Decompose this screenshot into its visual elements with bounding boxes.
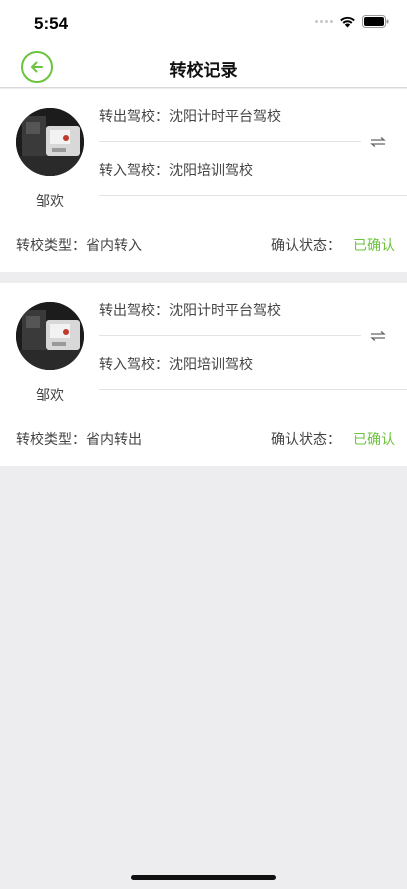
transfer-in-row: 转入驾校：沈阳培训驾校: [99, 354, 253, 374]
transfer-out-label: 转出驾校：: [99, 303, 169, 319]
transfer-out-label: 转出驾校：: [99, 109, 169, 125]
row-divider: [99, 141, 361, 142]
row-divider: [99, 195, 407, 196]
home-indicator[interactable]: [131, 875, 276, 880]
transfer-type-label: 转校类型：: [16, 432, 86, 448]
student-name: 邹欢: [36, 194, 64, 210]
status-time: 5:54: [34, 14, 69, 33]
transfer-out-school: 沈阳计时平台驾校: [169, 109, 281, 125]
transfer-out-row: 转出驾校：沈阳计时平台驾校: [99, 300, 281, 320]
transfer-record-card[interactable]: 邹欢 转出驾校：沈阳计时平台驾校 转入驾校：沈阳培训驾校 转校类型：省内转出 确…: [0, 283, 407, 466]
confirm-status-label: 确认状态：: [271, 238, 341, 254]
transfer-type: 转校类型：省内转入: [16, 235, 142, 255]
transfer-type: 转校类型：省内转出: [16, 429, 142, 449]
transfer-type-label: 转校类型：: [16, 238, 86, 254]
cellular-signal-icon: [315, 20, 333, 23]
transfer-type-value: 省内转出: [86, 432, 142, 448]
navigation-bar: 转校记录: [0, 46, 407, 88]
transfer-in-school: 沈阳培训驾校: [169, 357, 253, 373]
transfer-type-value: 省内转入: [86, 238, 142, 254]
transfer-in-label: 转入驾校：: [99, 163, 169, 179]
status-icons: [315, 15, 389, 28]
confirm-status-value: 已确认: [353, 432, 395, 448]
battery-icon: [362, 15, 389, 28]
student-name: 邹欢: [36, 388, 64, 404]
status-bar: 5:54: [0, 0, 407, 46]
avatar: [16, 302, 84, 370]
confirm-status-label: 确认状态：: [271, 432, 341, 448]
transfer-out-school: 沈阳计时平台驾校: [169, 303, 281, 319]
transfer-in-school: 沈阳培训驾校: [169, 163, 253, 179]
transfer-record-card[interactable]: 邹欢 转出驾校：沈阳计时平台驾校 转入驾校：沈阳培训驾校 转校类型：省内转入 确…: [0, 89, 407, 272]
avatar: [16, 108, 84, 176]
transfer-in-label: 转入驾校：: [99, 357, 169, 373]
row-divider: [99, 335, 361, 336]
swap-arrows-icon: [370, 137, 386, 147]
swap-arrows-icon: [370, 331, 386, 341]
confirm-status-value: 已确认: [353, 238, 395, 254]
transfer-in-row: 转入驾校：沈阳培训驾校: [99, 160, 253, 180]
row-divider: [99, 389, 407, 390]
page-title: 转校记录: [169, 61, 238, 81]
wifi-icon: [340, 16, 355, 28]
transfer-out-row: 转出驾校：沈阳计时平台驾校: [99, 106, 281, 126]
